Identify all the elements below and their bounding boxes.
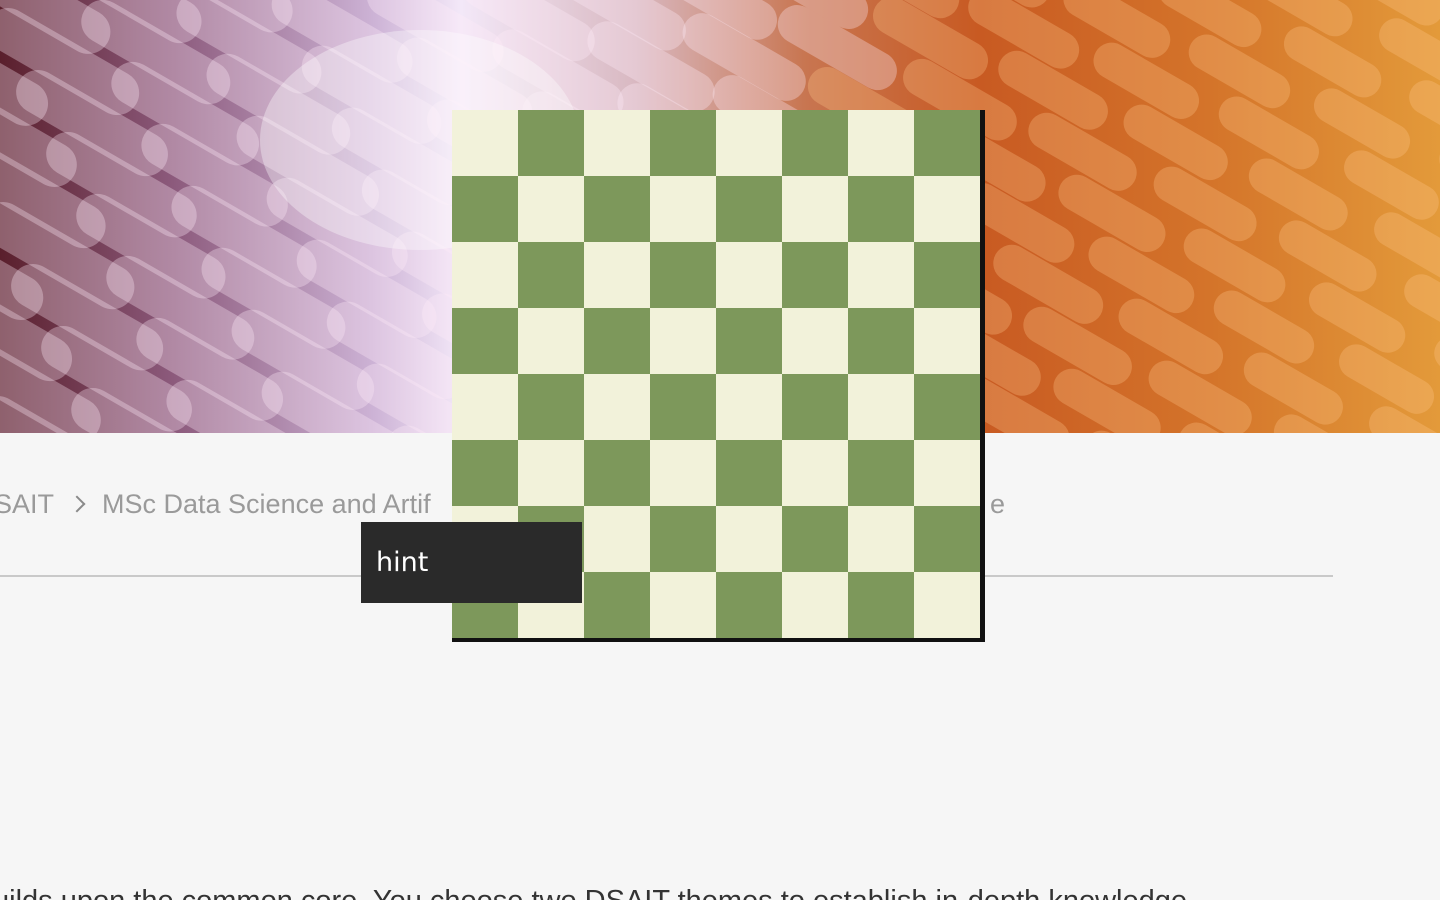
board-square-a3[interactable] [452, 440, 518, 506]
board-square-c5[interactable] [584, 308, 650, 374]
board-square-g4[interactable] [848, 374, 914, 440]
board-square-f8[interactable] [782, 110, 848, 176]
board-square-a7[interactable] [452, 176, 518, 242]
board-square-a5[interactable] [452, 308, 518, 374]
board-square-h1[interactable] [914, 572, 980, 638]
board-square-d5[interactable] [650, 308, 716, 374]
board-square-f2[interactable] [782, 506, 848, 572]
board-square-c1[interactable] [584, 572, 650, 638]
board-square-e7[interactable] [716, 176, 782, 242]
board-square-e1[interactable] [716, 572, 782, 638]
board-square-e6[interactable] [716, 242, 782, 308]
board-square-h4[interactable] [914, 374, 980, 440]
board-square-c2[interactable] [584, 506, 650, 572]
board-square-f6[interactable] [782, 242, 848, 308]
board-square-f4[interactable] [782, 374, 848, 440]
hint-button[interactable]: hint [361, 522, 582, 603]
board-square-g8[interactable] [848, 110, 914, 176]
breadcrumb: SAIT MSc Data Science and Artif [0, 484, 431, 524]
board-square-g7[interactable] [848, 176, 914, 242]
board-square-d6[interactable] [650, 242, 716, 308]
board-square-e5[interactable] [716, 308, 782, 374]
page: SAIT MSc Data Science and Artif e uilds … [0, 0, 1440, 900]
board-square-h7[interactable] [914, 176, 980, 242]
board-square-e8[interactable] [716, 110, 782, 176]
board-square-h6[interactable] [914, 242, 980, 308]
board-square-f1[interactable] [782, 572, 848, 638]
board-square-e2[interactable] [716, 506, 782, 572]
board-square-b8[interactable] [518, 110, 584, 176]
board-square-c7[interactable] [584, 176, 650, 242]
board-square-a6[interactable] [452, 242, 518, 308]
board-square-b4[interactable] [518, 374, 584, 440]
board-square-c3[interactable] [584, 440, 650, 506]
board-square-e3[interactable] [716, 440, 782, 506]
board-square-h5[interactable] [914, 308, 980, 374]
board-square-d7[interactable] [650, 176, 716, 242]
board-square-d1[interactable] [650, 572, 716, 638]
board-square-a8[interactable] [452, 110, 518, 176]
board-square-b7[interactable] [518, 176, 584, 242]
board-square-f3[interactable] [782, 440, 848, 506]
board-square-d2[interactable] [650, 506, 716, 572]
board-square-g3[interactable] [848, 440, 914, 506]
board-square-c6[interactable] [584, 242, 650, 308]
board-square-e4[interactable] [716, 374, 782, 440]
board-square-c4[interactable] [584, 374, 650, 440]
board-square-b6[interactable] [518, 242, 584, 308]
board-square-h2[interactable] [914, 506, 980, 572]
board-square-b5[interactable] [518, 308, 584, 374]
hero-pill-shape [1374, 212, 1440, 281]
body-paragraph: uilds upon the common core. You choose t… [0, 885, 1187, 900]
board-square-a4[interactable] [452, 374, 518, 440]
board-square-f5[interactable] [782, 308, 848, 374]
chevron-right-icon [58, 484, 98, 524]
board-square-g1[interactable] [848, 572, 914, 638]
board-square-g5[interactable] [848, 308, 914, 374]
board-square-h3[interactable] [914, 440, 980, 506]
breadcrumb-item-tail[interactable]: e [985, 484, 1005, 524]
board-square-h8[interactable] [914, 110, 980, 176]
board-square-g2[interactable] [848, 506, 914, 572]
board-square-b3[interactable] [518, 440, 584, 506]
board-square-c8[interactable] [584, 110, 650, 176]
board-square-f7[interactable] [782, 176, 848, 242]
breadcrumb-item-programme[interactable]: MSc Data Science and Artif [102, 489, 431, 520]
board-square-d3[interactable] [650, 440, 716, 506]
board-square-g6[interactable] [848, 242, 914, 308]
board-square-d4[interactable] [650, 374, 716, 440]
board-square-d8[interactable] [650, 110, 716, 176]
breadcrumb-item-sait[interactable]: SAIT [0, 489, 54, 520]
